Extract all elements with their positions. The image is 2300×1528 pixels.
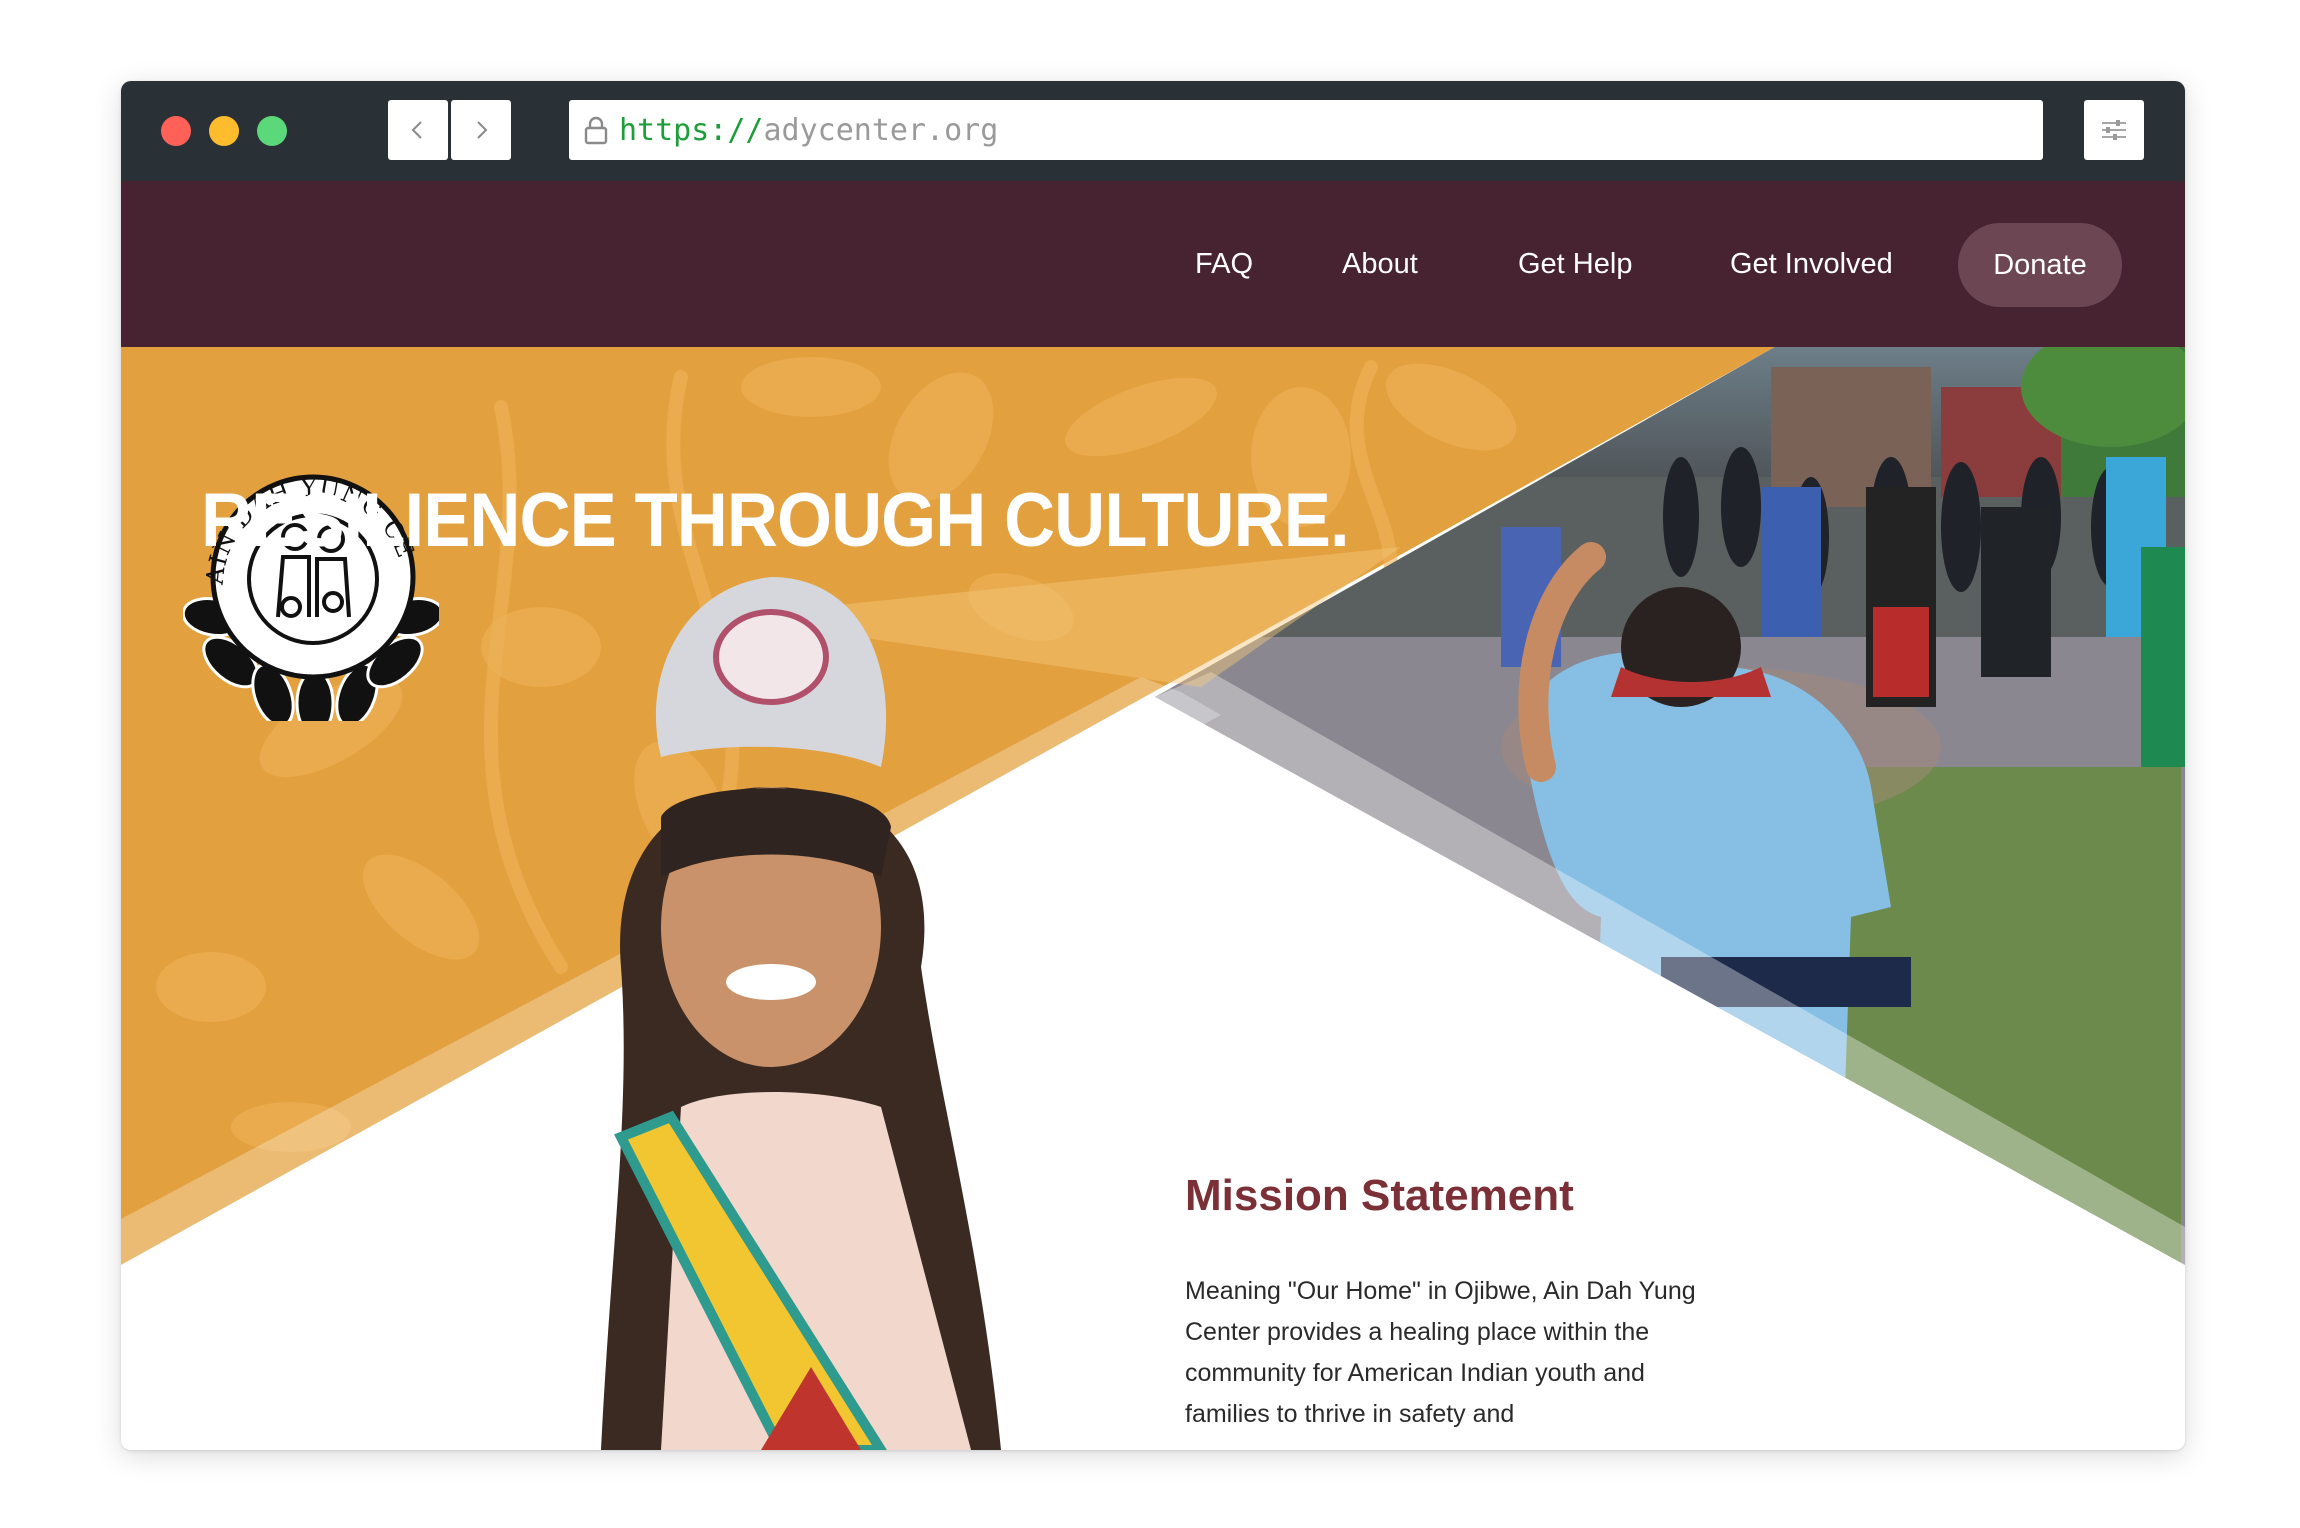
url-scheme: https://: [619, 112, 764, 148]
sliders-icon: [2102, 120, 2126, 140]
close-window-button[interactable]: [161, 116, 191, 146]
url-host: adycenter.org: [763, 112, 999, 148]
nav-faq[interactable]: FAQ: [1195, 246, 1253, 282]
nav-get-involved[interactable]: Get Involved: [1730, 246, 1893, 282]
forward-button[interactable]: [451, 100, 511, 160]
hero-tagline: RESILIENCE THROUGH CULTURE.: [201, 478, 1350, 563]
address-bar[interactable]: https://adycenter.org: [569, 100, 2043, 160]
chevron-right-icon: [477, 121, 488, 139]
donate-button[interactable]: Donate: [1958, 223, 2122, 307]
maximize-window-button[interactable]: [257, 116, 287, 146]
lock-icon: [583, 115, 609, 145]
chevron-left-icon: [411, 121, 422, 139]
back-button[interactable]: [388, 100, 448, 160]
browser-window: https://adycenter.org FAQ About Get Help…: [121, 81, 2185, 1450]
nav-about[interactable]: About: [1342, 246, 1418, 282]
nav-get-help[interactable]: Get Help: [1518, 246, 1632, 282]
site-header: FAQ About Get Help Get Involved Donate: [121, 181, 2185, 347]
mission-title: Mission Statement: [1185, 1171, 1574, 1220]
settings-button[interactable]: [2084, 100, 2144, 160]
minimize-window-button[interactable]: [209, 116, 239, 146]
mission-text: Meaning "Our Home" in Ojibwe, Ain Dah Yu…: [1185, 1277, 1696, 1428]
browser-toolbar: https://adycenter.org: [121, 81, 2185, 181]
hero-section: AIN DAH YUNG CENTER RESILIENCE THROUGH C…: [121, 347, 2185, 1450]
